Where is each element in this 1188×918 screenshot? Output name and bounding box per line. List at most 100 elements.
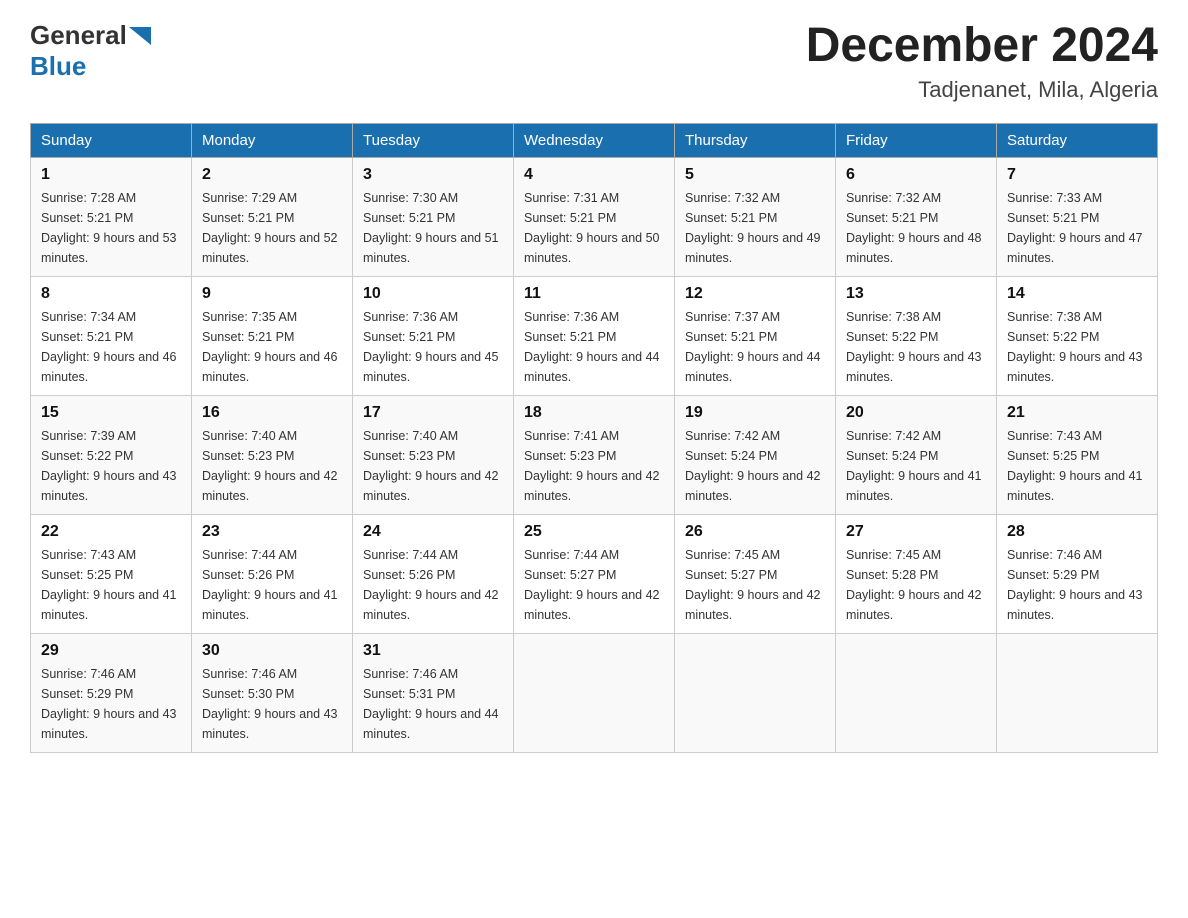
calendar-day-cell: 7 Sunrise: 7:33 AMSunset: 5:21 PMDayligh… [997,157,1158,276]
day-number: 8 [41,285,181,303]
calendar-day-cell: 3 Sunrise: 7:30 AMSunset: 5:21 PMDayligh… [353,157,514,276]
day-number: 28 [1007,523,1147,541]
day-number: 11 [524,285,664,303]
day-number: 30 [202,642,342,660]
day-number: 25 [524,523,664,541]
calendar-day-cell: 31 Sunrise: 7:46 AMSunset: 5:31 PMDaylig… [353,633,514,752]
day-number: 17 [363,404,503,422]
day-info: Sunrise: 7:37 AMSunset: 5:21 PMDaylight:… [685,310,821,384]
day-of-week-header: Wednesday [514,123,675,157]
day-of-week-header: Monday [192,123,353,157]
calendar-header: SundayMondayTuesdayWednesdayThursdayFrid… [31,123,1158,157]
calendar-day-cell: 27 Sunrise: 7:45 AMSunset: 5:28 PMDaylig… [836,514,997,633]
day-info: Sunrise: 7:44 AMSunset: 5:27 PMDaylight:… [524,548,660,622]
day-info: Sunrise: 7:28 AMSunset: 5:21 PMDaylight:… [41,191,177,265]
calendar-day-cell: 5 Sunrise: 7:32 AMSunset: 5:21 PMDayligh… [675,157,836,276]
calendar-day-cell [836,633,997,752]
calendar-day-cell: 16 Sunrise: 7:40 AMSunset: 5:23 PMDaylig… [192,395,353,514]
day-number: 21 [1007,404,1147,422]
calendar-day-cell: 20 Sunrise: 7:42 AMSunset: 5:24 PMDaylig… [836,395,997,514]
day-number: 31 [363,642,503,660]
day-number: 24 [363,523,503,541]
day-number: 29 [41,642,181,660]
calendar-day-cell: 14 Sunrise: 7:38 AMSunset: 5:22 PMDaylig… [997,276,1158,395]
day-header-row: SundayMondayTuesdayWednesdayThursdayFrid… [31,123,1158,157]
day-number: 14 [1007,285,1147,303]
calendar-day-cell: 1 Sunrise: 7:28 AMSunset: 5:21 PMDayligh… [31,157,192,276]
page-header: General Blue December 2024 Tadjenanet, M… [30,20,1158,103]
day-info: Sunrise: 7:32 AMSunset: 5:21 PMDaylight:… [846,191,982,265]
day-info: Sunrise: 7:38 AMSunset: 5:22 PMDaylight:… [846,310,982,384]
day-info: Sunrise: 7:36 AMSunset: 5:21 PMDaylight:… [363,310,499,384]
month-year-title: December 2024 [806,20,1158,73]
calendar-day-cell: 15 Sunrise: 7:39 AMSunset: 5:22 PMDaylig… [31,395,192,514]
day-number: 1 [41,166,181,184]
day-info: Sunrise: 7:36 AMSunset: 5:21 PMDaylight:… [524,310,660,384]
day-of-week-header: Thursday [675,123,836,157]
day-info: Sunrise: 7:31 AMSunset: 5:21 PMDaylight:… [524,191,660,265]
calendar-day-cell: 22 Sunrise: 7:43 AMSunset: 5:25 PMDaylig… [31,514,192,633]
day-info: Sunrise: 7:42 AMSunset: 5:24 PMDaylight:… [846,429,982,503]
day-info: Sunrise: 7:46 AMSunset: 5:29 PMDaylight:… [1007,548,1143,622]
day-info: Sunrise: 7:44 AMSunset: 5:26 PMDaylight:… [363,548,499,622]
logo-triangle-icon [129,27,151,45]
day-number: 27 [846,523,986,541]
calendar-day-cell: 9 Sunrise: 7:35 AMSunset: 5:21 PMDayligh… [192,276,353,395]
calendar-day-cell: 24 Sunrise: 7:44 AMSunset: 5:26 PMDaylig… [353,514,514,633]
calendar-day-cell: 6 Sunrise: 7:32 AMSunset: 5:21 PMDayligh… [836,157,997,276]
calendar-day-cell: 11 Sunrise: 7:36 AMSunset: 5:21 PMDaylig… [514,276,675,395]
day-number: 3 [363,166,503,184]
day-info: Sunrise: 7:44 AMSunset: 5:26 PMDaylight:… [202,548,338,622]
day-number: 20 [846,404,986,422]
calendar-week-row: 1 Sunrise: 7:28 AMSunset: 5:21 PMDayligh… [31,157,1158,276]
day-number: 12 [685,285,825,303]
day-number: 16 [202,404,342,422]
calendar-day-cell: 26 Sunrise: 7:45 AMSunset: 5:27 PMDaylig… [675,514,836,633]
day-info: Sunrise: 7:43 AMSunset: 5:25 PMDaylight:… [41,548,177,622]
calendar-day-cell: 8 Sunrise: 7:34 AMSunset: 5:21 PMDayligh… [31,276,192,395]
day-info: Sunrise: 7:39 AMSunset: 5:22 PMDaylight:… [41,429,177,503]
day-number: 6 [846,166,986,184]
day-info: Sunrise: 7:38 AMSunset: 5:22 PMDaylight:… [1007,310,1143,384]
day-number: 5 [685,166,825,184]
day-info: Sunrise: 7:46 AMSunset: 5:31 PMDaylight:… [363,667,499,741]
day-number: 22 [41,523,181,541]
calendar-body: 1 Sunrise: 7:28 AMSunset: 5:21 PMDayligh… [31,157,1158,752]
day-info: Sunrise: 7:45 AMSunset: 5:27 PMDaylight:… [685,548,821,622]
day-number: 26 [685,523,825,541]
day-info: Sunrise: 7:45 AMSunset: 5:28 PMDaylight:… [846,548,982,622]
day-info: Sunrise: 7:33 AMSunset: 5:21 PMDaylight:… [1007,191,1143,265]
calendar-day-cell [675,633,836,752]
day-number: 13 [846,285,986,303]
day-info: Sunrise: 7:46 AMSunset: 5:29 PMDaylight:… [41,667,177,741]
calendar-day-cell: 12 Sunrise: 7:37 AMSunset: 5:21 PMDaylig… [675,276,836,395]
day-of-week-header: Tuesday [353,123,514,157]
day-info: Sunrise: 7:40 AMSunset: 5:23 PMDaylight:… [363,429,499,503]
calendar-day-cell: 21 Sunrise: 7:43 AMSunset: 5:25 PMDaylig… [997,395,1158,514]
calendar-day-cell: 2 Sunrise: 7:29 AMSunset: 5:21 PMDayligh… [192,157,353,276]
day-info: Sunrise: 7:46 AMSunset: 5:30 PMDaylight:… [202,667,338,741]
day-number: 18 [524,404,664,422]
calendar-day-cell: 10 Sunrise: 7:36 AMSunset: 5:21 PMDaylig… [353,276,514,395]
day-info: Sunrise: 7:35 AMSunset: 5:21 PMDaylight:… [202,310,338,384]
location-subtitle: Tadjenanet, Mila, Algeria [806,77,1158,103]
day-number: 23 [202,523,342,541]
calendar-day-cell [514,633,675,752]
day-info: Sunrise: 7:40 AMSunset: 5:23 PMDaylight:… [202,429,338,503]
calendar-day-cell: 18 Sunrise: 7:41 AMSunset: 5:23 PMDaylig… [514,395,675,514]
day-number: 10 [363,285,503,303]
day-info: Sunrise: 7:34 AMSunset: 5:21 PMDaylight:… [41,310,177,384]
day-number: 19 [685,404,825,422]
day-of-week-header: Saturday [997,123,1158,157]
day-number: 15 [41,404,181,422]
calendar-week-row: 15 Sunrise: 7:39 AMSunset: 5:22 PMDaylig… [31,395,1158,514]
day-info: Sunrise: 7:30 AMSunset: 5:21 PMDaylight:… [363,191,499,265]
logo-general-text: General [30,20,127,51]
calendar-day-cell: 23 Sunrise: 7:44 AMSunset: 5:26 PMDaylig… [192,514,353,633]
day-of-week-header: Sunday [31,123,192,157]
calendar-day-cell: 29 Sunrise: 7:46 AMSunset: 5:29 PMDaylig… [31,633,192,752]
day-info: Sunrise: 7:43 AMSunset: 5:25 PMDaylight:… [1007,429,1143,503]
day-of-week-header: Friday [836,123,997,157]
calendar-week-row: 8 Sunrise: 7:34 AMSunset: 5:21 PMDayligh… [31,276,1158,395]
calendar-day-cell: 19 Sunrise: 7:42 AMSunset: 5:24 PMDaylig… [675,395,836,514]
